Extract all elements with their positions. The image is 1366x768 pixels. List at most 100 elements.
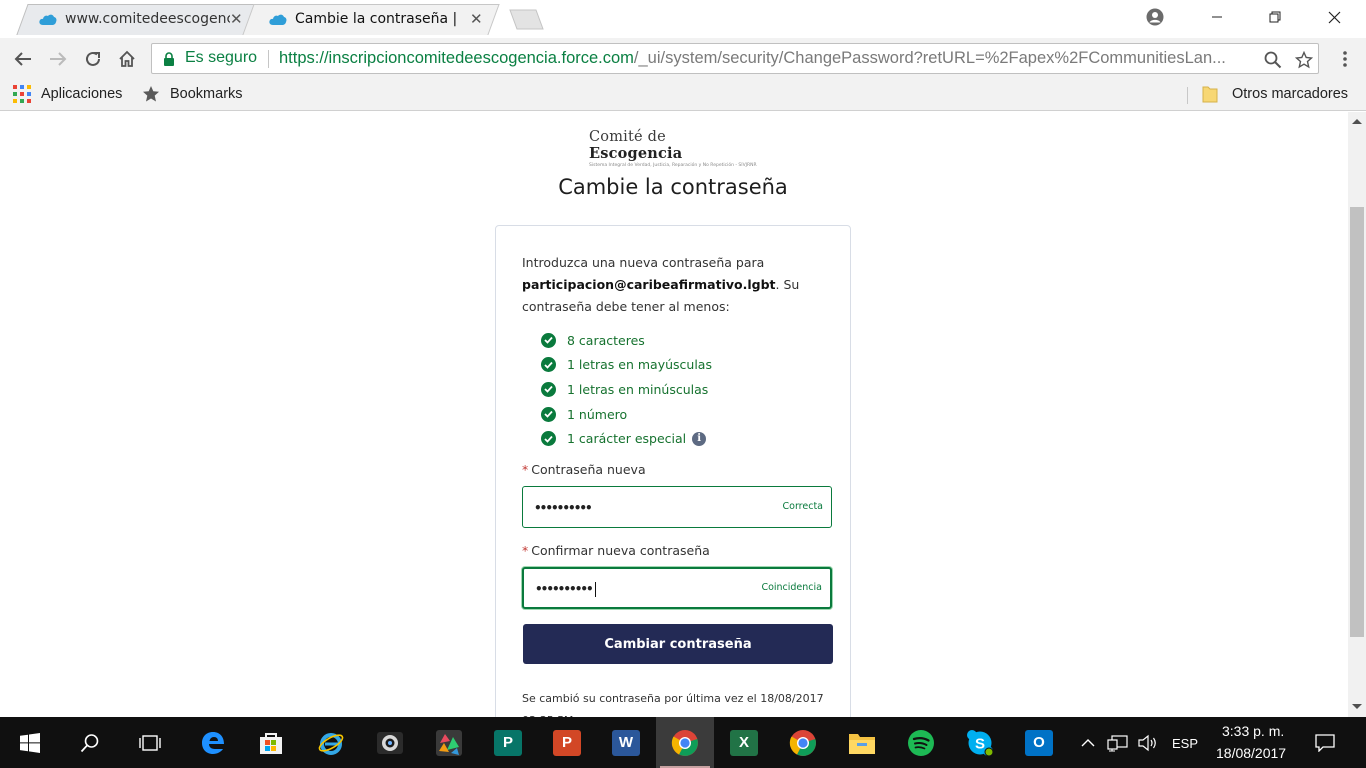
input-language[interactable]: ESP <box>1172 736 1198 751</box>
requirement-item: 1 número <box>541 402 712 427</box>
intro-before: Introduzca una nueva contraseña para <box>522 255 765 270</box>
secure-label: Es seguro <box>185 49 258 66</box>
required-mark: * <box>522 543 529 558</box>
star-icon <box>142 85 160 103</box>
scroll-up-arrow-icon[interactable] <box>1352 119 1362 124</box>
edge-browser-icon[interactable] <box>184 717 242 768</box>
chrome-icon[interactable] <box>656 717 714 768</box>
browser-tab-strip: www.comitedeescogencia ✕ Cambie la contr… <box>0 0 1366 38</box>
internet-explorer-icon[interactable] <box>302 717 360 768</box>
volume-icon[interactable] <box>1133 717 1163 768</box>
scroll-thumb[interactable] <box>1350 207 1364 637</box>
show-hidden-icons-chevron-icon[interactable] <box>1073 717 1103 768</box>
requirement-item: 1 letras en mayúsculas <box>541 353 712 378</box>
excel-tile: X <box>730 729 758 756</box>
url-host: https://inscripcioncomitedeescogencia.fo… <box>279 49 634 67</box>
outlook-icon[interactable]: O <box>1010 717 1068 768</box>
notifications-icon[interactable] <box>1305 717 1345 768</box>
bookmarks-label: Bookmarks <box>170 86 243 102</box>
start-button[interactable] <box>0 717 60 768</box>
address-bar[interactable]: Es seguro https://inscripcioncomitedeesc… <box>151 43 1319 74</box>
requirement-label: 1 carácter especial <box>567 431 687 447</box>
info-icon[interactable]: i <box>692 431 707 446</box>
clock-time[interactable]: 3:33 p. m. <box>1222 723 1284 739</box>
reload-button[interactable] <box>80 46 106 72</box>
bookmarks-folder[interactable]: Bookmarks <box>142 85 243 103</box>
close-window-button[interactable] <box>1306 0 1362 34</box>
requirement-label: 1 número <box>567 406 628 422</box>
menu-icon[interactable] <box>1332 46 1358 72</box>
star-icon[interactable] <box>1294 50 1314 70</box>
home-button[interactable] <box>114 46 140 72</box>
requirement-item: 1 letras en minúsculas <box>541 377 712 402</box>
salesforce-cloud-icon <box>269 13 287 26</box>
zoom-search-icon[interactable] <box>1263 50 1283 70</box>
chrome-profile-icon[interactable] <box>774 717 832 768</box>
tab-comitedeescogencia[interactable]: www.comitedeescogencia ✕ <box>10 4 259 35</box>
logo: Comité de Escogencia Sistema Integral de… <box>589 129 759 168</box>
new-password-value: •••••••••• <box>534 501 593 515</box>
confirm-password-value: •••••••••• <box>535 582 594 596</box>
intro-text: Introduzca una nueva contraseña para par… <box>522 252 832 318</box>
publisher-tile: P <box>494 729 522 756</box>
scroll-down-arrow-icon[interactable] <box>1352 704 1362 709</box>
file-explorer-icon[interactable] <box>833 717 891 768</box>
spotify-icon[interactable] <box>892 717 950 768</box>
salesforce-cloud-icon <box>39 13 57 26</box>
confirm-password-field[interactable]: •••••••••• Coincidencia <box>522 567 832 609</box>
other-bookmarks-folder[interactable]: Otros marcadores <box>1202 85 1348 103</box>
apps-grid-icon <box>13 85 31 103</box>
close-icon[interactable]: ✕ <box>470 11 483 28</box>
tab-cambie-la-contrasena[interactable]: Cambie la contraseña | co ✕ <box>240 4 500 35</box>
requirement-label: 1 letras en mayúsculas <box>567 357 712 373</box>
task-view-icon[interactable] <box>120 717 180 768</box>
photo-app-icon[interactable] <box>420 717 478 768</box>
powerpoint-icon[interactable]: P <box>538 717 596 768</box>
word-icon[interactable]: W <box>597 717 655 768</box>
divider <box>268 50 269 68</box>
logo-bold: Escogencia <box>589 145 683 162</box>
new-password-label: * Contraseña nueva <box>522 462 646 477</box>
forward-button[interactable] <box>45 46 71 72</box>
required-mark: * <box>522 462 529 477</box>
requirement-item: 1 carácter especial i <box>541 426 712 451</box>
check-circle-icon <box>541 406 556 422</box>
logo-prefix: Comité de <box>589 129 666 145</box>
browser-toolbar: Es seguro https://inscripcioncomitedeesc… <box>0 38 1366 80</box>
clock-date[interactable]: 18/08/2017 <box>1216 745 1286 761</box>
requirement-label: 1 letras en minúsculas <box>567 381 709 397</box>
back-button[interactable] <box>10 46 36 72</box>
change-password-button[interactable]: Cambiar contraseña <box>523 624 833 664</box>
page-title: Cambie la contraseña <box>558 175 788 199</box>
minimize-button[interactable] <box>1189 0 1245 34</box>
profile-icon[interactable] <box>1127 0 1183 34</box>
restore-button[interactable] <box>1247 0 1303 34</box>
skype-icon[interactable]: S <box>951 717 1009 768</box>
excel-icon[interactable]: X <box>715 717 773 768</box>
windows-taskbar: P P W X S O ESP 3:33 p. m. 18/08/2017 <box>0 717 1366 768</box>
search-icon[interactable] <box>60 717 120 768</box>
change-password-card: Introduzca una nueva contraseña para par… <box>495 225 851 717</box>
store-icon[interactable] <box>242 717 300 768</box>
apps-shortcut[interactable]: Aplicaciones <box>13 85 122 103</box>
powerpoint-tile: P <box>553 729 581 756</box>
tab-title: www.comitedeescogencia <box>65 11 230 27</box>
check-circle-icon <box>541 381 556 397</box>
match-indicator: Coincidencia <box>761 582 822 593</box>
confirm-password-value-wrap: •••••••••• <box>535 582 596 597</box>
apps-label: Aplicaciones <box>41 86 123 102</box>
network-icon[interactable] <box>1103 717 1133 768</box>
user-email: participacion@caribeafirmativo.lgbt <box>522 277 776 292</box>
bookmarks-bar: Aplicaciones Bookmarks Otros marcadores <box>0 80 1366 111</box>
publisher-icon[interactable]: P <box>479 717 537 768</box>
confirm-password-label: * Confirmar nueva contraseña <box>522 543 710 558</box>
url-text[interactable]: https://inscripcioncomitedeescogencia.fo… <box>279 49 1254 68</box>
other-bookmarks-label: Otros marcadores <box>1232 86 1349 102</box>
new-tab-button[interactable] <box>504 9 544 30</box>
tab-title: Cambie la contraseña | co <box>295 11 460 27</box>
new-password-field[interactable]: •••••••••• Correcta <box>522 486 832 528</box>
requirement-item: 8 caracteres <box>541 328 712 353</box>
page-scrollbar[interactable] <box>1348 112 1366 717</box>
confirm-password-label-text: Confirmar nueva contraseña <box>531 543 710 558</box>
webcam-app-icon[interactable] <box>361 717 419 768</box>
